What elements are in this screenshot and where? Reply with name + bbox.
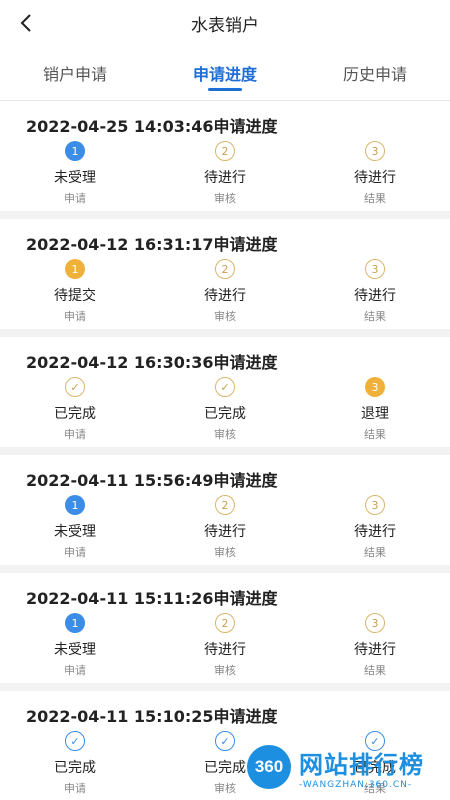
step-label: 审核 [214,782,236,795]
step-apply: 1 未受理申请 [0,495,150,560]
step-result: 3 待进行结果 [300,259,450,324]
step-review: 2 待进行审核 [150,259,300,324]
step-number-badge: 2 [215,259,235,279]
step-number-badge: 2 [215,495,235,515]
step-status: 待进行 [354,288,396,304]
step-status: 退理 [361,406,389,422]
tab-bar: 销户申请 申请进度 历史申请 [0,46,450,101]
card-title: 2022-04-12 16:31:17申请进度 [26,235,278,254]
app-header: 水表销户 [0,0,450,46]
step-status: 待提交 [54,288,96,304]
step-label: 结果 [364,428,386,441]
step-status: 未受理 [54,642,96,658]
check-icon: ✓ [65,731,85,751]
step-label: 申请 [64,664,86,677]
progress-card[interactable]: 2022-04-11 15:56:49申请进度 1 未受理申请 2 待进行审核 3 待进行结… [0,455,450,565]
step-apply: 1 未受理申请 [0,141,150,206]
step-result: 3 待进行结果 [300,495,450,560]
step-status: 已完成 [54,760,96,776]
step-apply: 1 未受理申请 [0,613,150,678]
progress-steps: 1 未受理申请 2 待进行审核 3 待进行结果 [0,495,450,560]
step-number-badge: 1 [65,495,85,515]
step-apply: ✓ 已完成申请 [0,731,150,796]
step-label: 审核 [214,664,236,677]
tab-history[interactable]: 历史申请 [300,46,450,100]
step-status: 待进行 [354,642,396,658]
progress-steps: 1 待提交申请 2 待进行审核 3 待进行结果 [0,259,450,324]
step-status: 已完成 [204,406,246,422]
step-status: 待进行 [354,524,396,540]
step-label: 结果 [364,192,386,205]
step-number-badge: 3 [365,377,385,397]
step-status: 待进行 [204,524,246,540]
step-apply: 1 待提交申请 [0,259,150,324]
step-number-badge: 3 [365,141,385,161]
card-title: 2022-04-11 15:10:25申请进度 [26,707,278,726]
step-review: ✓ 已完成审核 [150,377,300,442]
step-label: 申请 [64,782,86,795]
watermark-logo: 360 [247,745,291,789]
step-status: 待进行 [204,642,246,658]
progress-list: 2022-04-25 14:03:46申请进度 1 未受理 申请 2 待进行 审核 3 待进行结… [0,101,450,800]
step-result: 3 退理结果 [300,377,450,442]
step-number-badge: 2 [215,613,235,633]
check-icon: ✓ [215,731,235,751]
step-label: 结果 [364,664,386,677]
step-status: 已完成 [54,406,96,422]
step-label: 申请 [64,310,86,323]
step-number-badge: 3 [365,613,385,633]
step-number-badge: 2 [215,141,235,161]
step-status: 未受理 [54,170,96,186]
progress-steps: ✓ 已完成申请 ✓ 已完成审核 3 退理结果 [0,377,450,442]
step-status: 待进行 [354,170,396,186]
progress-card[interactable]: 2022-04-12 16:31:17申请进度 1 待提交申请 2 待进行审核 3 待进行结… [0,219,450,329]
step-label: 结果 [364,546,386,559]
step-status: 未受理 [54,524,96,540]
step-status: 待进行 [204,170,246,186]
step-label: 审核 [214,310,236,323]
step-apply: ✓ 已完成申请 [0,377,150,442]
step-review: 2 待进行审核 [150,141,300,206]
progress-steps: 1 未受理申请 2 待进行审核 3 待进行结果 [0,141,450,206]
check-icon: ✓ [65,377,85,397]
watermark: 360 网站排行榜 -WANGZHAN.360.CN- [247,742,442,792]
watermark-main-text: 网站排行榜 [299,750,424,779]
tab-progress[interactable]: 申请进度 [150,46,300,100]
step-label: 审核 [214,192,236,205]
progress-card[interactable]: 2022-04-11 15:11:26申请进度 1 未受理申请 2 待进行审核 3 待进行结… [0,573,450,683]
step-status: 已完成 [204,760,246,776]
step-label: 结果 [364,310,386,323]
step-number-badge: 3 [365,495,385,515]
step-label: 审核 [214,546,236,559]
tab-cancel-apply[interactable]: 销户申请 [0,46,150,100]
step-number-badge: 1 [65,141,85,161]
step-review: 2 待进行审核 [150,613,300,678]
step-result: 3 待进行结果 [300,141,450,206]
step-label: 申请 [64,428,86,441]
watermark-sub-text: -WANGZHAN.360.CN- [299,779,413,790]
step-label: 申请 [64,546,86,559]
step-status: 待进行 [204,288,246,304]
back-button[interactable] [14,10,38,36]
step-label: 申请 [64,192,86,205]
check-icon: ✓ [215,377,235,397]
card-title: 2022-04-12 16:30:36申请进度 [26,353,278,372]
card-title: 2022-04-11 15:56:49申请进度 [26,471,278,490]
step-review: 2 待进行审核 [150,495,300,560]
step-number-badge: 1 [65,613,85,633]
card-title: 2022-04-25 14:03:46申请进度 [26,117,278,136]
progress-card[interactable]: 2022-04-12 16:30:36申请进度 ✓ 已完成申请 ✓ 已完成审核 3 退理结果 [0,337,450,447]
card-title: 2022-04-11 15:11:26申请进度 [26,589,278,608]
progress-steps: 1 未受理申请 2 待进行审核 3 待进行结果 [0,613,450,678]
step-number-badge: 1 [65,259,85,279]
step-result: 3 待进行结果 [300,613,450,678]
chevron-left-icon [20,14,31,32]
page-title: 水表销户 [191,15,259,36]
step-number-badge: 3 [365,259,385,279]
step-label: 审核 [214,428,236,441]
progress-card[interactable]: 2022-04-25 14:03:46申请进度 1 未受理申请 2 待进行审核 3 待进行结… [0,101,450,211]
